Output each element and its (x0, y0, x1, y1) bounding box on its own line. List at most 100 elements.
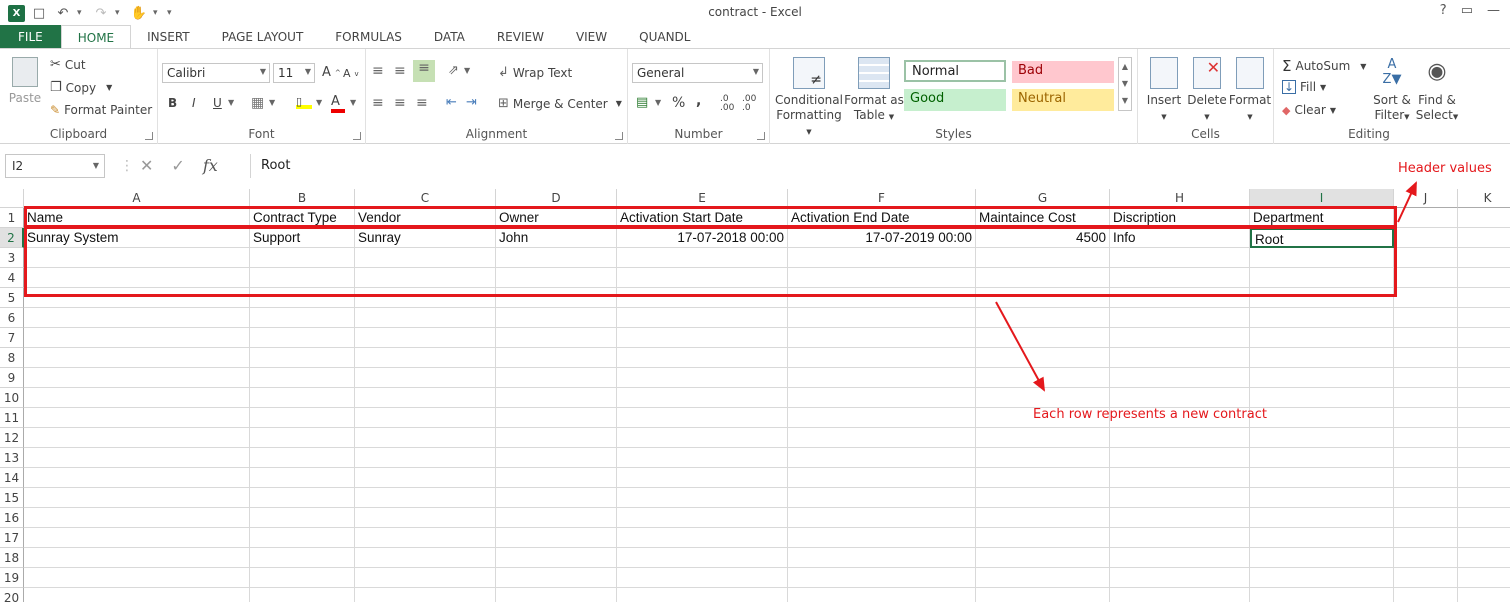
cell-h3[interactable] (1110, 248, 1250, 268)
cell-a16[interactable] (24, 508, 250, 528)
comma-button[interactable]: , (696, 93, 701, 109)
styles-scroll[interactable]: ▲ ▼ ▼ (1118, 57, 1132, 111)
cell-c10[interactable] (355, 388, 496, 408)
cell-f1[interactable]: Activation End Date (788, 208, 976, 228)
row-header-3[interactable]: 3 (0, 248, 24, 268)
cell-d5[interactable] (496, 288, 617, 308)
cell-h17[interactable] (1110, 528, 1250, 548)
cell-c9[interactable] (355, 368, 496, 388)
cell-c16[interactable] (355, 508, 496, 528)
cell-j15[interactable] (1394, 488, 1458, 508)
cell-e17[interactable] (617, 528, 788, 548)
tab-file[interactable]: FILE (0, 25, 61, 49)
cell-e12[interactable] (617, 428, 788, 448)
cell-f8[interactable] (788, 348, 976, 368)
tab-review[interactable]: REVIEW (481, 25, 560, 49)
shrink-font-button[interactable]: Av (343, 67, 359, 80)
cell-h4[interactable] (1110, 268, 1250, 288)
column-header-b[interactable]: B (250, 189, 355, 208)
cell-e8[interactable] (617, 348, 788, 368)
underline-dropdown-icon[interactable]: ▼ (228, 98, 234, 107)
cell-c4[interactable] (355, 268, 496, 288)
style-neutral[interactable]: Neutral (1012, 89, 1114, 111)
tab-insert[interactable]: INSERT (131, 25, 206, 49)
cell-d14[interactable] (496, 468, 617, 488)
cell-g4[interactable] (976, 268, 1110, 288)
cut-button[interactable]: ✂ Cut (50, 57, 86, 72)
find-select-button[interactable]: ◉ Find & Select▼ (1414, 57, 1460, 125)
cell-k8[interactable] (1458, 348, 1510, 368)
cell-a18[interactable] (24, 548, 250, 568)
row-header-20[interactable]: 20 (0, 588, 24, 602)
cell-a19[interactable] (24, 568, 250, 588)
cell-a1[interactable]: Name (24, 208, 250, 228)
cell-d19[interactable] (496, 568, 617, 588)
cell-f20[interactable] (788, 588, 976, 602)
cell-e16[interactable] (617, 508, 788, 528)
cell-i17[interactable] (1250, 528, 1394, 548)
cell-c17[interactable] (355, 528, 496, 548)
cell-g8[interactable] (976, 348, 1110, 368)
cell-f18[interactable] (788, 548, 976, 568)
cell-e1[interactable]: Activation Start Date (617, 208, 788, 228)
cell-k14[interactable] (1458, 468, 1510, 488)
cell-b12[interactable] (250, 428, 355, 448)
cell-j2[interactable] (1394, 228, 1458, 248)
cell-f17[interactable] (788, 528, 976, 548)
row-header-16[interactable]: 16 (0, 508, 24, 528)
cell-i14[interactable] (1250, 468, 1394, 488)
font-size-select[interactable]: 11 ▼ (273, 63, 315, 83)
cell-a13[interactable] (24, 448, 250, 468)
middle-align-icon[interactable]: ≡ (394, 63, 406, 79)
cell-g5[interactable] (976, 288, 1110, 308)
clipboard-launcher-icon[interactable] (145, 132, 153, 140)
cell-g16[interactable] (976, 508, 1110, 528)
cell-b5[interactable] (250, 288, 355, 308)
cell-a15[interactable] (24, 488, 250, 508)
cell-f11[interactable] (788, 408, 976, 428)
cell-g9[interactable] (976, 368, 1110, 388)
borders-dropdown-icon[interactable]: ▼ (269, 98, 275, 107)
tab-quandl[interactable]: QUANDL (623, 25, 706, 49)
cell-c15[interactable] (355, 488, 496, 508)
cell-h5[interactable] (1110, 288, 1250, 308)
cell-b2[interactable]: Support (250, 228, 355, 248)
cell-g3[interactable] (976, 248, 1110, 268)
cell-c20[interactable] (355, 588, 496, 602)
cell-h14[interactable] (1110, 468, 1250, 488)
cell-a12[interactable] (24, 428, 250, 448)
number-format-select[interactable]: General ▼ (632, 63, 763, 83)
cell-k2[interactable] (1458, 228, 1510, 248)
font-name-select[interactable]: Calibri ▼ (162, 63, 270, 83)
delete-cells-button[interactable]: ✕ Delete ▼ (1186, 57, 1228, 125)
cell-f14[interactable] (788, 468, 976, 488)
increase-indent-icon[interactable]: ⇥ (466, 95, 477, 110)
cell-i3[interactable] (1250, 248, 1394, 268)
column-header-e[interactable]: E (617, 189, 788, 208)
cell-c18[interactable] (355, 548, 496, 568)
cell-a6[interactable] (24, 308, 250, 328)
decrease-indent-icon[interactable]: ⇤ (446, 95, 457, 110)
cell-b18[interactable] (250, 548, 355, 568)
row-header-8[interactable]: 8 (0, 348, 24, 368)
currency-dropdown-icon[interactable]: ▼ (655, 98, 661, 107)
cell-i5[interactable] (1250, 288, 1394, 308)
cell-e5[interactable] (617, 288, 788, 308)
copy-button[interactable]: ❐ Copy ▼ (50, 80, 112, 95)
cell-g2[interactable]: 4500 (976, 228, 1110, 248)
format-painter-button[interactable]: ✎ Format Painter (50, 103, 152, 117)
cell-j9[interactable] (1394, 368, 1458, 388)
cell-f16[interactable] (788, 508, 976, 528)
cell-d3[interactable] (496, 248, 617, 268)
fill-dropdown-icon[interactable]: ▼ (316, 98, 322, 107)
cell-e4[interactable] (617, 268, 788, 288)
cell-e19[interactable] (617, 568, 788, 588)
cell-d16[interactable] (496, 508, 617, 528)
merge-center-button[interactable]: ⊞ Merge & Center ▼ (498, 96, 622, 111)
row-header-19[interactable]: 19 (0, 568, 24, 588)
cell-i4[interactable] (1250, 268, 1394, 288)
cell-j5[interactable] (1394, 288, 1458, 308)
cell-d8[interactable] (496, 348, 617, 368)
cell-b1[interactable]: Contract Type (250, 208, 355, 228)
cell-k3[interactable] (1458, 248, 1510, 268)
